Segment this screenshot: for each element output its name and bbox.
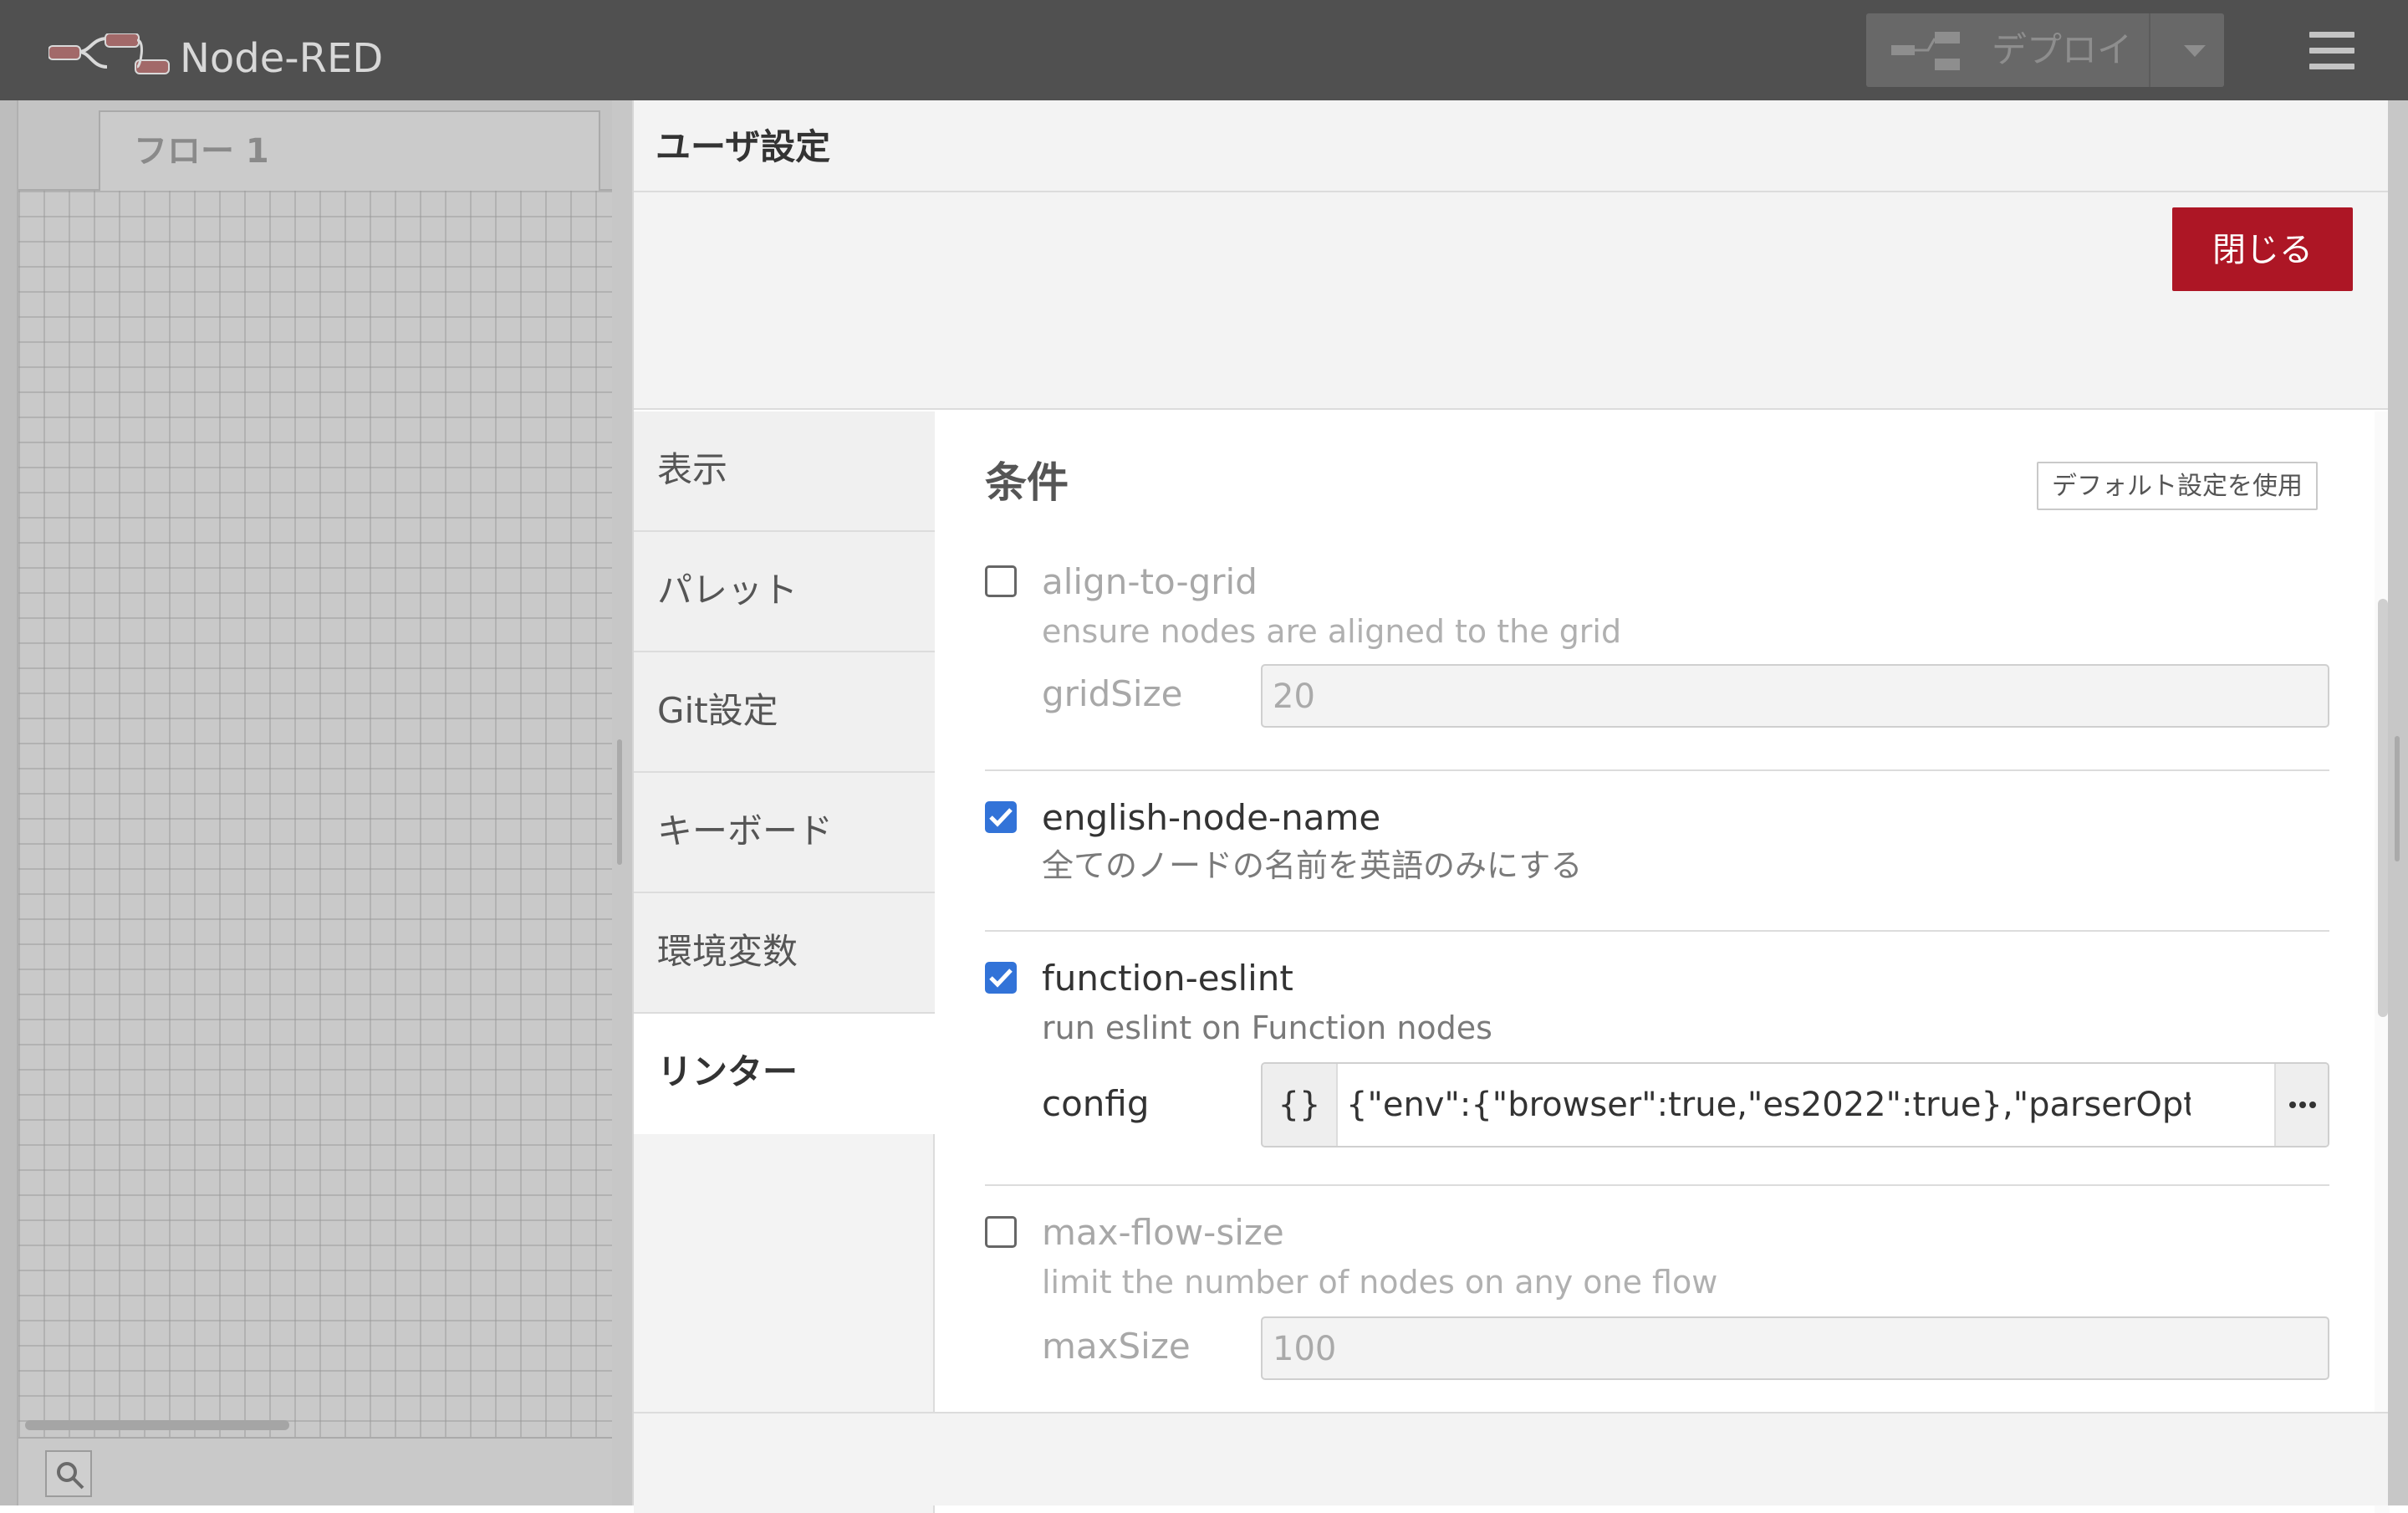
- tab-label: 表示: [657, 449, 728, 490]
- settings-tab-list: 表示 パレット Git設定 キーボード 環境変数 リンター: [634, 411, 936, 1513]
- rule-description: run eslint on Function nodes: [1042, 1010, 1492, 1046]
- palette-edge: [0, 100, 18, 1505]
- user-settings-dialog: ユーザ設定 閉じる 表示 パレット Git設定 キーボード 環境変数 リンター …: [632, 100, 2390, 1513]
- tab-git-config[interactable]: Git設定: [634, 652, 935, 773]
- rule-name: align-to-grid: [1042, 561, 1258, 602]
- option-label: maxSize: [1042, 1326, 1191, 1367]
- search-icon: [57, 1462, 84, 1490]
- deploy-divider: [2149, 13, 2150, 87]
- section-title: 条件: [985, 458, 1069, 507]
- rule-description: ensure nodes are aligned to the grid: [1042, 613, 1622, 650]
- node-red-logo-icon: [48, 33, 171, 80]
- close-button[interactable]: 閉じる: [2172, 207, 2353, 291]
- chevron-down-icon[interactable]: [2184, 45, 2206, 57]
- align-to-grid-checkbox[interactable]: [985, 565, 1017, 597]
- config-input[interactable]: {} {"env":{"browser":true,"es2022":true}…: [1261, 1062, 2329, 1148]
- tab-palette[interactable]: パレット: [634, 532, 935, 652]
- dialog-header: ユーザ設定: [634, 100, 2390, 192]
- tab-environment[interactable]: 環境変数: [634, 893, 935, 1014]
- rule-name: english-node-name: [1042, 797, 1381, 838]
- option-label: config: [1042, 1083, 1150, 1124]
- rule-name: function-eslint: [1042, 958, 1293, 999]
- deploy-button[interactable]: デプロイ: [1866, 13, 2224, 87]
- tab-label: キーボード: [657, 810, 834, 851]
- vertical-scrollbar-thumb[interactable]: [2378, 599, 2388, 1017]
- rule-description: 全てのノードの名前を英語のみにする: [1042, 847, 1583, 884]
- use-defaults-button[interactable]: デフォルト設定を使用: [2037, 462, 2318, 510]
- app-title: Node-RED: [180, 35, 384, 82]
- checkmark-icon: [989, 808, 1013, 827]
- hamburger-menu-icon[interactable]: [2309, 32, 2354, 70]
- flow-tab-bar: フロー 1: [18, 100, 612, 192]
- ellipsis-icon[interactable]: [2274, 1064, 2328, 1146]
- deploy-icon: [1891, 32, 1962, 70]
- english-node-name-checkbox[interactable]: [985, 801, 1017, 833]
- tab-view[interactable]: 表示: [634, 411, 935, 532]
- flow-canvas[interactable]: [18, 191, 612, 1437]
- input-value: 20: [1273, 677, 1315, 716]
- rule-name: max-flow-size: [1042, 1212, 1284, 1253]
- tab-label: Git設定: [657, 690, 778, 731]
- flow-tab[interactable]: フロー 1: [99, 110, 600, 192]
- tab-label: 環境変数: [657, 931, 798, 972]
- tab-linter[interactable]: リンター: [634, 1014, 936, 1134]
- dialog-toolbar: 閉じる: [634, 192, 2390, 410]
- tab-label: リンター: [657, 1051, 798, 1092]
- max-size-input[interactable]: 100: [1261, 1316, 2329, 1380]
- grid-size-input[interactable]: 20: [1261, 664, 2329, 728]
- function-eslint-checkbox[interactable]: [985, 962, 1017, 994]
- flow-tab-label: フロー 1: [134, 132, 269, 171]
- tab-label: パレット: [657, 570, 798, 611]
- checkmark-icon: [989, 969, 1013, 988]
- tab-keyboard[interactable]: キーボード: [634, 773, 935, 893]
- dialog-footer: [634, 1412, 2390, 1505]
- option-label: gridSize: [1042, 673, 1183, 714]
- divider: [985, 930, 2329, 932]
- linter-settings-pane: 条件 デフォルト設定を使用 align-to-grid ensure nodes…: [936, 411, 2373, 1513]
- workspace-footer: [18, 1437, 612, 1505]
- dialog-title: ユーザ設定: [656, 126, 831, 167]
- sidebar-splitter[interactable]: [612, 100, 632, 1505]
- divider: [985, 1184, 2329, 1186]
- input-value: 100: [1273, 1330, 1337, 1368]
- horizontal-scrollbar[interactable]: [25, 1420, 289, 1430]
- divider: [985, 769, 2329, 771]
- deploy-label: デプロイ: [1992, 29, 2133, 70]
- splitter-grip[interactable]: [617, 739, 622, 865]
- search-button[interactable]: [45, 1450, 92, 1497]
- sidebar-edge[interactable]: [2388, 100, 2408, 1505]
- config-value[interactable]: {"env":{"browser":true,"es2022":true},"p…: [1346, 1064, 2191, 1146]
- rule-description: limit the number of nodes on any one flo…: [1042, 1264, 1718, 1301]
- sidebar-grip[interactable]: [2395, 736, 2400, 861]
- max-flow-size-checkbox[interactable]: [985, 1216, 1017, 1248]
- workspace: フロー 1: [0, 100, 612, 1505]
- app-header: Node-RED デプロイ: [0, 0, 2408, 100]
- config-type-selector[interactable]: {}: [1263, 1064, 1338, 1146]
